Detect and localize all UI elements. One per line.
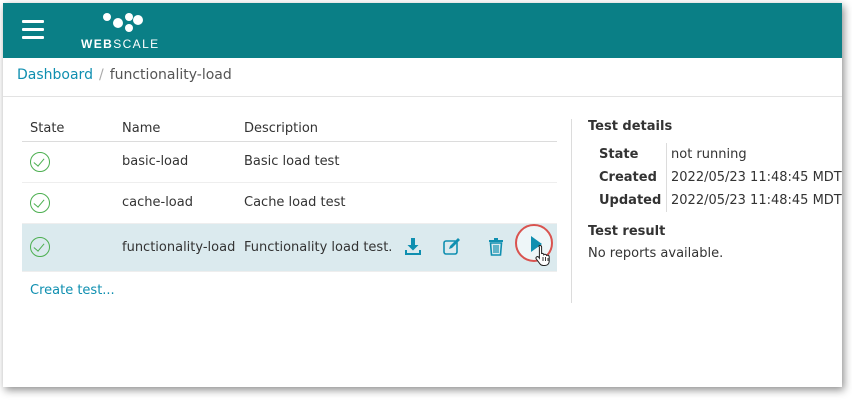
test-result-title: Test result [588, 224, 666, 239]
test-details-panel: Test details State not running Created 2… [588, 119, 842, 212]
column-header-description[interactable]: Description [236, 116, 557, 142]
breadcrumb-current: functionality-load [109, 67, 232, 83]
top-bar: WEBSCALE [3, 3, 842, 58]
tests-table: State Name Description basic-load Basic … [22, 116, 557, 272]
logo-text: WEBSCALE [81, 37, 160, 51]
check-circle-icon [30, 192, 50, 213]
table-row[interactable]: cache-load Cache load test [22, 182, 557, 224]
test-result-text: No reports available. [588, 246, 724, 261]
breadcrumb-dashboard-link[interactable]: Dashboard [17, 67, 93, 83]
test-name: cache-load [114, 182, 236, 224]
test-result-panel: Test result No reports available. [588, 224, 723, 261]
test-description: Basic load test [236, 141, 557, 183]
edit-icon[interactable] [441, 236, 463, 258]
menu-icon[interactable] [22, 20, 44, 39]
detail-value: 2022/05/23 11:48:45 MDT [666, 166, 842, 189]
table-row[interactable]: basic-load Basic load test [22, 141, 557, 183]
detail-row-created: Created 2022/05/23 11:48:45 MDT [588, 166, 842, 189]
test-description: Cache load test [236, 182, 557, 224]
create-test-link[interactable]: Create test... [30, 283, 115, 298]
trash-icon[interactable] [485, 236, 507, 258]
column-header-name[interactable]: Name [114, 116, 236, 142]
breadcrumb-separator: / [98, 67, 104, 83]
table-header-row: State Name Description [22, 116, 557, 142]
detail-key: Created [599, 170, 657, 185]
test-name: functionality-load [114, 223, 236, 272]
detail-row-updated: Updated 2022/05/23 11:48:45 MDT [588, 189, 842, 212]
detail-key: Updated [599, 193, 662, 208]
detail-row-state: State not running [588, 143, 747, 166]
download-icon[interactable] [402, 236, 424, 258]
detail-value: 2022/05/23 11:48:45 MDT [666, 189, 842, 212]
pointer-cursor-icon [535, 244, 550, 266]
breadcrumb: Dashboard / functionality-load [17, 67, 232, 83]
check-circle-icon [30, 237, 50, 257]
header-divider [3, 96, 842, 97]
check-circle-icon [30, 151, 50, 172]
panel-divider [571, 119, 572, 303]
table-row-selected[interactable]: functionality-load Functionality load te… [22, 223, 557, 272]
logo[interactable]: WEBSCALE [81, 11, 161, 51]
column-header-state[interactable]: State [22, 116, 114, 142]
test-description: Functionality load test. [236, 223, 557, 272]
detail-key: State [599, 147, 639, 162]
test-details-title: Test details [588, 119, 673, 134]
logo-mark-icon [103, 13, 143, 32]
test-name: basic-load [114, 141, 236, 183]
app-window: WEBSCALE Dashboard / functionality-load St… [3, 3, 842, 387]
detail-value: not running [666, 143, 747, 166]
